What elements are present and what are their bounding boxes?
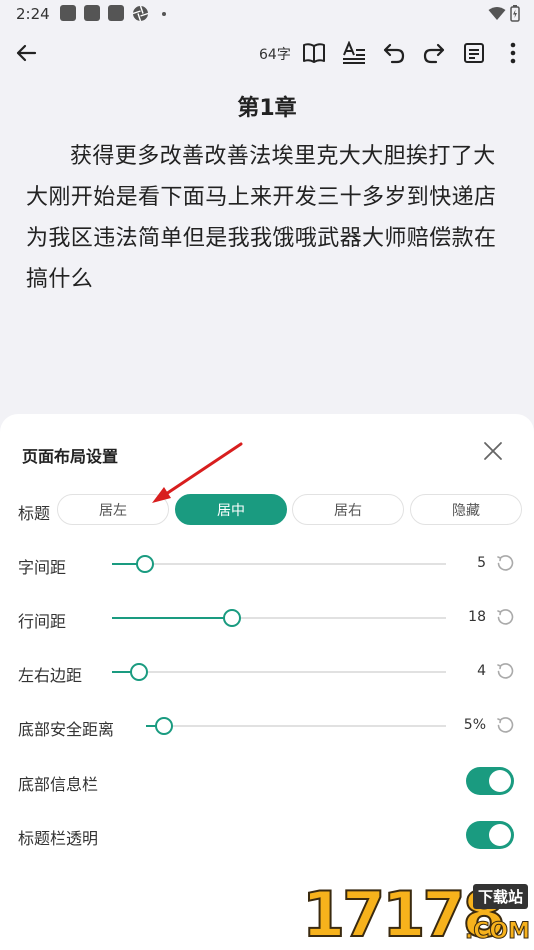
letter-spacing-value: 5 <box>477 555 486 571</box>
line-spacing-label: 行间距 <box>18 612 67 631</box>
side-margin-value: 4 <box>477 663 486 679</box>
reset-icon[interactable] <box>496 662 514 680</box>
document-icon[interactable] <box>460 39 488 67</box>
bottom-safe-distance-slider[interactable] <box>146 717 446 735</box>
battery-icon <box>510 5 520 26</box>
status-bar: 2:24 <box>0 0 534 28</box>
redo-icon[interactable] <box>420 39 448 67</box>
toggle-knob <box>489 824 511 846</box>
status-time: 2:24 <box>16 5 50 23</box>
watermark-suffix: .COM <box>464 919 530 945</box>
side-margin-label: 左右边距 <box>18 666 83 685</box>
book-icon[interactable] <box>300 39 328 67</box>
notification-icon <box>60 5 76 21</box>
bottom-info-bar-label: 底部信息栏 <box>18 775 99 794</box>
slider-knob[interactable] <box>155 717 173 735</box>
letter-spacing-slider[interactable] <box>112 555 446 573</box>
line-spacing-slider[interactable] <box>112 609 446 627</box>
bottom-safe-distance-value: 5% <box>463 717 486 733</box>
reader-toolbar: 64字 <box>0 36 534 70</box>
title-bar-transparent-toggle[interactable] <box>466 821 514 849</box>
title-align-right-button[interactable]: 居右 <box>292 494 404 525</box>
text-format-icon[interactable] <box>340 39 368 67</box>
wifi-icon <box>488 6 506 25</box>
title-bar-transparent-label: 标题栏透明 <box>18 829 99 848</box>
watermark-tag: 下载站 <box>472 884 528 909</box>
reset-icon[interactable] <box>496 608 514 626</box>
chapter-title: 第1章 <box>237 96 297 121</box>
watermark-logo: 17178 下载站 .COM <box>301 880 534 950</box>
aperture-icon <box>132 5 149 22</box>
layout-settings-sheet: 页面布局设置 标题 居左 居中 居右 隐藏 字间距 5 行间距 18 左右边距 … <box>0 414 534 950</box>
close-icon[interactable] <box>481 439 505 463</box>
title-hide-button[interactable]: 隐藏 <box>410 494 522 525</box>
sheet-title: 页面布局设置 <box>22 447 119 466</box>
slider-knob[interactable] <box>223 609 241 627</box>
letter-spacing-label: 字间距 <box>18 558 67 577</box>
slider-knob[interactable] <box>130 663 148 681</box>
bottom-safe-distance-label: 底部安全距离 <box>18 720 115 739</box>
side-margin-slider[interactable] <box>112 663 446 681</box>
back-arrow-icon[interactable] <box>12 39 40 67</box>
chapter-body: 获得更多改善改善法埃里克大大胆挨打了大大刚开始是看下面马上来开发三十多岁到快递店… <box>26 144 497 292</box>
slider-fill <box>112 617 232 619</box>
dot-icon <box>162 12 166 16</box>
undo-icon[interactable] <box>380 39 408 67</box>
title-align-center-button[interactable]: 居中 <box>175 494 287 525</box>
notification-icon <box>84 5 100 21</box>
reset-icon[interactable] <box>496 554 514 572</box>
notification-icon <box>108 5 124 21</box>
slider-knob[interactable] <box>136 555 154 573</box>
title-align-label: 标题 <box>18 504 51 523</box>
toggle-knob <box>489 770 511 792</box>
more-vert-icon[interactable] <box>499 39 527 67</box>
reset-icon[interactable] <box>496 716 514 734</box>
word-count: 64字 <box>259 47 291 63</box>
title-align-left-button[interactable]: 居左 <box>57 494 169 525</box>
bottom-info-bar-toggle[interactable] <box>466 767 514 795</box>
line-spacing-value: 18 <box>468 609 486 625</box>
